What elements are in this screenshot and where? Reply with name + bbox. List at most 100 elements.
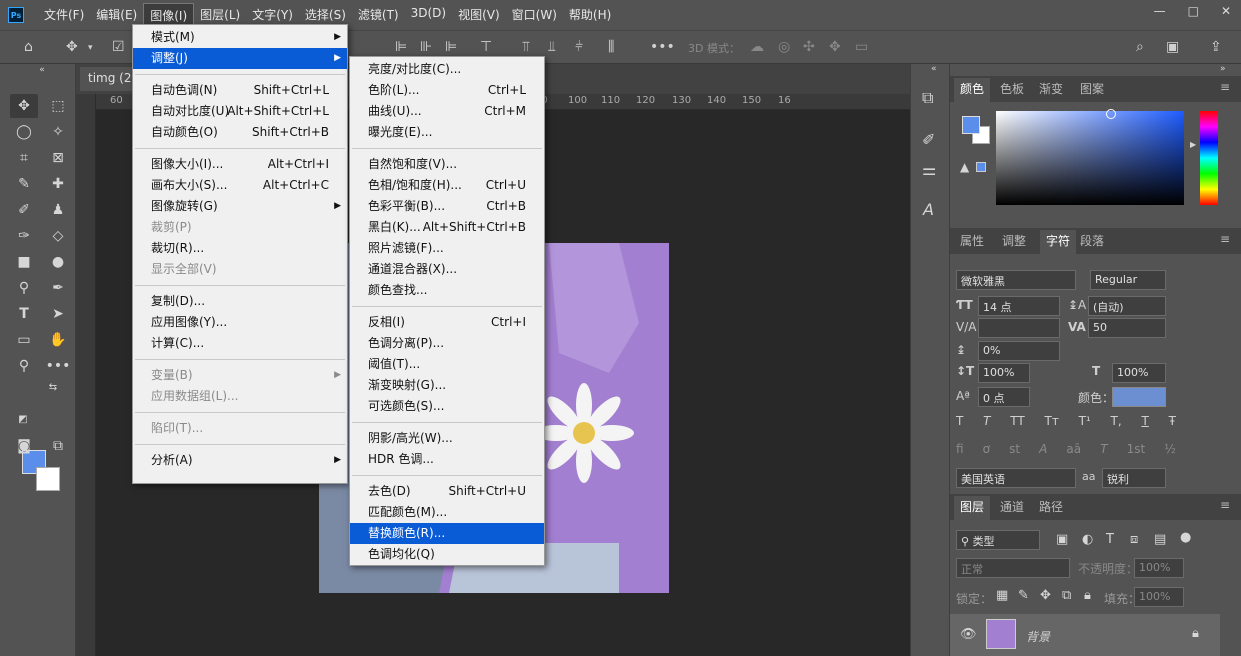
eyedropper-tool[interactable]: ✎ bbox=[10, 172, 38, 196]
default-colors-icon[interactable]: ◩ bbox=[16, 412, 30, 426]
share-icon[interactable]: ⇪ bbox=[1210, 39, 1222, 55]
adjust-menu-item[interactable]: 阈值(T)... bbox=[350, 354, 544, 375]
collapse-icon[interactable]: « bbox=[28, 64, 56, 76]
align-top-icon[interactable]: ⊤ bbox=[480, 39, 492, 55]
adjust-menu-item[interactable]: HDR 色调... bbox=[350, 449, 544, 470]
crop-tool[interactable]: ⌗ bbox=[10, 146, 38, 170]
align-center-icon[interactable]: ⊪ bbox=[420, 39, 432, 55]
filter-shape-icon[interactable]: ⧈ bbox=[1130, 532, 1138, 547]
brush-tool[interactable]: ✐ bbox=[10, 198, 38, 222]
pen-tool[interactable]: ✒ bbox=[44, 276, 72, 300]
fractions-button[interactable]: ½ bbox=[1164, 442, 1176, 460]
text-color-swatch[interactable] bbox=[1112, 387, 1166, 407]
language-select[interactable]: 美国英语 bbox=[956, 468, 1076, 488]
adjust-menu-item[interactable]: 照片滤镜(F)... bbox=[350, 238, 544, 259]
type-tool[interactable]: T bbox=[10, 302, 38, 326]
baseline-shift-field[interactable]: 0 点 bbox=[978, 387, 1030, 407]
frame-tool[interactable]: ⊠ bbox=[44, 146, 72, 170]
superscript-button[interactable]: T¹ bbox=[1079, 414, 1091, 432]
underline-button[interactable]: T bbox=[1141, 414, 1148, 432]
dodge-tool[interactable]: ⚲ bbox=[10, 276, 38, 300]
lock-position-icon[interactable]: ✥ bbox=[1040, 588, 1051, 603]
faux-bold-button[interactable]: T bbox=[956, 414, 963, 432]
blend-mode-select[interactable]: 正常 bbox=[956, 558, 1070, 578]
edit-toolbar-icon[interactable]: ••• bbox=[44, 354, 72, 378]
tab-layers[interactable]: 图层 bbox=[954, 496, 991, 520]
tab-color[interactable]: 颜色 bbox=[954, 78, 991, 102]
adjust-menu-item[interactable]: 自然饱和度(V)... bbox=[350, 154, 544, 175]
move-tool-icon[interactable]: ✥ bbox=[66, 39, 78, 55]
image-menu-item[interactable]: 应用图像(Y)... bbox=[133, 312, 347, 333]
titling-alternates-button[interactable]: T bbox=[1100, 442, 1107, 460]
visibility-eye-icon[interactable]: 👁︎ bbox=[960, 627, 977, 642]
lasso-tool[interactable]: ◯ bbox=[10, 120, 38, 144]
tab-paragraph[interactable]: 段落 bbox=[1080, 232, 1104, 249]
lock-all-icon[interactable]: 🔒︎ bbox=[1084, 588, 1091, 603]
zoom-tool[interactable]: ⚲ bbox=[10, 354, 38, 378]
ligatures-button[interactable]: fi bbox=[956, 442, 964, 460]
adjust-menu-item[interactable]: 亮度/对比度(C)... bbox=[350, 59, 544, 80]
kerning-field[interactable] bbox=[978, 318, 1060, 338]
leading-field[interactable]: (自动) bbox=[1088, 296, 1166, 316]
adjust-menu-item[interactable]: 曲线(U)... Ctrl+M bbox=[350, 101, 544, 122]
adjust-menu-item[interactable]: 去色(D) Shift+Ctrl+U bbox=[350, 481, 544, 502]
image-menu-item[interactable]: 复制(D)... bbox=[133, 291, 347, 312]
move-tool[interactable]: ✥ bbox=[10, 94, 38, 118]
filter-smart-object-icon[interactable]: ▤ bbox=[1154, 532, 1166, 547]
tab-paths[interactable]: 路径 bbox=[1039, 498, 1063, 515]
collapse-right-icon[interactable]: » bbox=[1220, 64, 1226, 74]
color-panel-fg-swatch[interactable] bbox=[962, 116, 980, 134]
image-menu-item[interactable]: 自动色调(N) Shift+Ctrl+L bbox=[133, 80, 347, 101]
adjust-menu-item[interactable]: 色调均化(Q) bbox=[350, 544, 544, 565]
menu-item-8[interactable]: 视图(V) bbox=[452, 3, 506, 28]
clone-stamp-tool[interactable]: ♟ bbox=[44, 198, 72, 222]
tsume-field[interactable]: 0% bbox=[978, 341, 1060, 361]
menu-item-7[interactable]: 3D(D) bbox=[405, 3, 452, 28]
menu-item-10[interactable]: 帮助(H) bbox=[563, 3, 617, 28]
tab-adjustments[interactable]: 调整 bbox=[1002, 232, 1026, 249]
adjust-menu-item[interactable]: 阴影/高光(W)... bbox=[350, 428, 544, 449]
marquee-tool[interactable]: ⬚ bbox=[44, 94, 72, 118]
font-family-select[interactable]: 微软雅黑 bbox=[956, 270, 1076, 290]
adjust-menu-item[interactable]: 曝光度(E)... bbox=[350, 122, 544, 143]
swash-button[interactable]: A bbox=[1039, 442, 1047, 460]
tab-swatches[interactable]: 色板 bbox=[1000, 80, 1024, 97]
faux-italic-button[interactable]: T bbox=[983, 414, 990, 432]
home-icon[interactable]: ⌂ bbox=[24, 39, 33, 55]
rectangle-tool[interactable]: ▭ bbox=[10, 328, 38, 352]
layer-filter-select[interactable]: ⚲ 类型 bbox=[956, 530, 1040, 550]
history-brush-tool[interactable]: ✑ bbox=[10, 224, 38, 248]
tab-channels[interactable]: 通道 bbox=[1000, 498, 1024, 515]
font-size-field[interactable]: 14 点 bbox=[978, 296, 1060, 316]
image-menu-item[interactable]: 模式(M) ▶ bbox=[133, 27, 347, 48]
healing-brush-tool[interactable]: ✚ bbox=[44, 172, 72, 196]
screen-mode-icon[interactable]: ⧉ bbox=[44, 434, 72, 458]
filter-type-icon[interactable]: T bbox=[1106, 532, 1114, 547]
adjust-menu-item[interactable]: 颜色查找... bbox=[350, 280, 544, 301]
3d-roll-icon[interactable]: ◎ bbox=[778, 39, 790, 55]
collapse-icon[interactable]: « bbox=[931, 64, 937, 74]
3d-slide-icon[interactable]: ✥ bbox=[829, 39, 841, 55]
tab-character[interactable]: 字符 bbox=[1040, 230, 1077, 254]
eraser-tool[interactable]: ◇ bbox=[44, 224, 72, 248]
adjust-menu-item[interactable]: 可选颜色(S)... bbox=[350, 396, 544, 417]
filter-toggle-icon[interactable]: ● bbox=[1180, 530, 1191, 545]
all-caps-button[interactable]: TT bbox=[1010, 414, 1024, 432]
tab-properties[interactable]: 属性 bbox=[960, 232, 984, 249]
distribute-spacing-icon[interactable]: ⫼ bbox=[608, 39, 614, 55]
small-caps-button[interactable]: Tт bbox=[1044, 414, 1058, 432]
character-panel-icon[interactable]: A bbox=[923, 200, 934, 219]
quick-mask-icon[interactable]: ◙ bbox=[10, 434, 38, 458]
adjust-menu-item[interactable]: 色相/饱和度(H)... Ctrl+U bbox=[350, 175, 544, 196]
image-menu-item[interactable]: 自动对比度(U) Alt+Shift+Ctrl+L bbox=[133, 101, 347, 122]
history-panel-icon[interactable]: ⧉ bbox=[922, 88, 933, 108]
adjust-menu-item[interactable]: 反相(I) Ctrl+I bbox=[350, 312, 544, 333]
menu-item-0[interactable]: 文件(F) bbox=[38, 3, 90, 28]
auto-select-checkbox[interactable]: ☑ bbox=[112, 39, 125, 55]
distribute-top-icon[interactable]: ⫪ bbox=[522, 39, 530, 55]
tab-gradients[interactable]: 渐变 bbox=[1039, 80, 1063, 97]
image-menu-item[interactable]: 调整(J) ▶ bbox=[133, 48, 347, 69]
3d-orbit-icon[interactable]: ☁ bbox=[750, 39, 764, 55]
lock-image-icon[interactable]: ✎ bbox=[1018, 588, 1029, 603]
hue-slider-marker[interactable]: ▶ bbox=[1190, 140, 1196, 149]
